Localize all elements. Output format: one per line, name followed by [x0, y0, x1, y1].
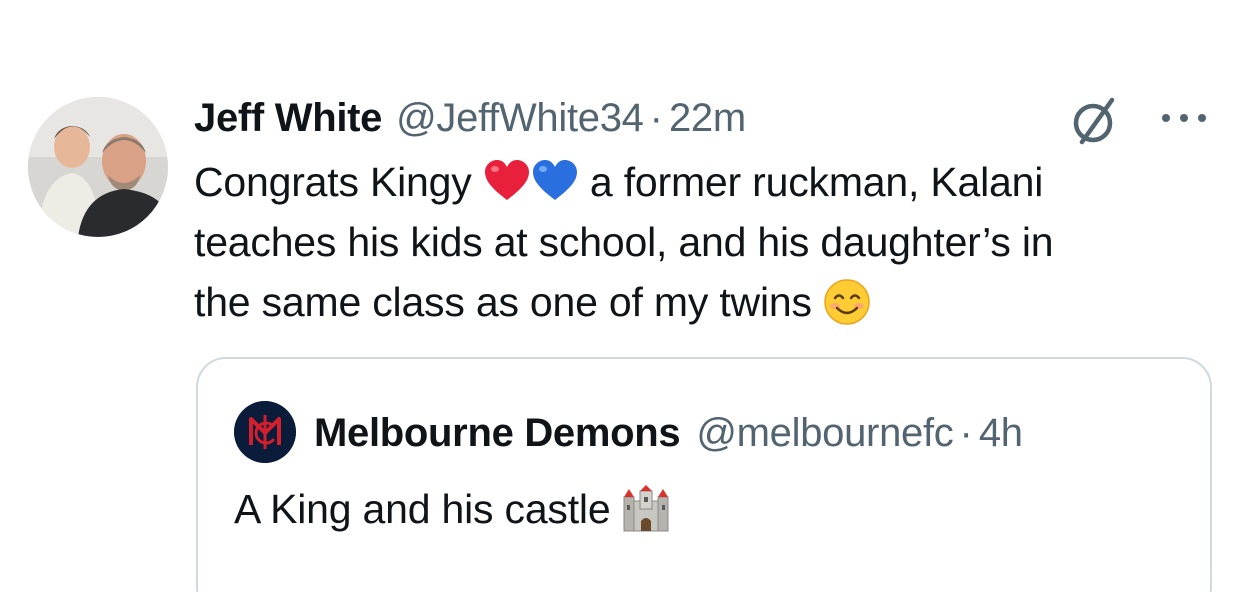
header-separator: · [649, 95, 663, 140]
tweet-text-line-2: teaches his kids at school, and his daug… [194, 219, 1054, 265]
red-heart-icon [483, 158, 531, 206]
quoted-header-separator: · [959, 410, 973, 455]
tweet-timestamp[interactable]: 22m [669, 96, 746, 141]
castle-icon [622, 485, 670, 533]
melbourne-fc-logo-icon[interactable] [234, 401, 296, 463]
author-handle[interactable]: @JeffWhite34 [396, 96, 644, 141]
tweet-text-segment: Congrats Kingy [194, 159, 472, 205]
tweet-screen: Jeff White @JeffWhite34 · 22m Congrats K… [0, 0, 1242, 592]
tweet-header: Jeff White @JeffWhite34 · 22m [194, 92, 746, 144]
quoted-tweet-text: A King and his castle [234, 479, 670, 539]
quoted-author-handle[interactable]: @melbournefc [696, 411, 953, 456]
tweet-text-segment: a former ruckman, Kalani [589, 159, 1044, 205]
quoted-tweet-card[interactable]: Melbourne Demons @melbournefc · 4h A Kin… [196, 357, 1212, 592]
tweet-text-line-1: Congrats Kingy a former ruckman, Kalani [194, 152, 1224, 212]
tweet-text-line-3: the same class as one of my twins [194, 272, 1224, 332]
tweet-text: Congrats Kingy a former ruckman, Kalani … [194, 152, 1224, 332]
grok-slash-icon[interactable] [1068, 94, 1122, 148]
more-horizontal-icon[interactable] [1158, 108, 1210, 128]
smiling-face-icon [823, 278, 871, 326]
tweet-text-segment: the same class as one of my twins [194, 279, 812, 325]
quoted-author-name[interactable]: Melbourne Demons [314, 411, 681, 456]
author-avatar[interactable] [28, 97, 168, 237]
author-name[interactable]: Jeff White [194, 96, 382, 141]
quoted-tweet-header: Melbourne Demons @melbournefc · 4h [314, 405, 1023, 461]
quoted-tweet-text-segment: A King and his castle [234, 486, 611, 532]
quoted-tweet-timestamp[interactable]: 4h [979, 411, 1023, 456]
blue-heart-icon [531, 158, 579, 206]
